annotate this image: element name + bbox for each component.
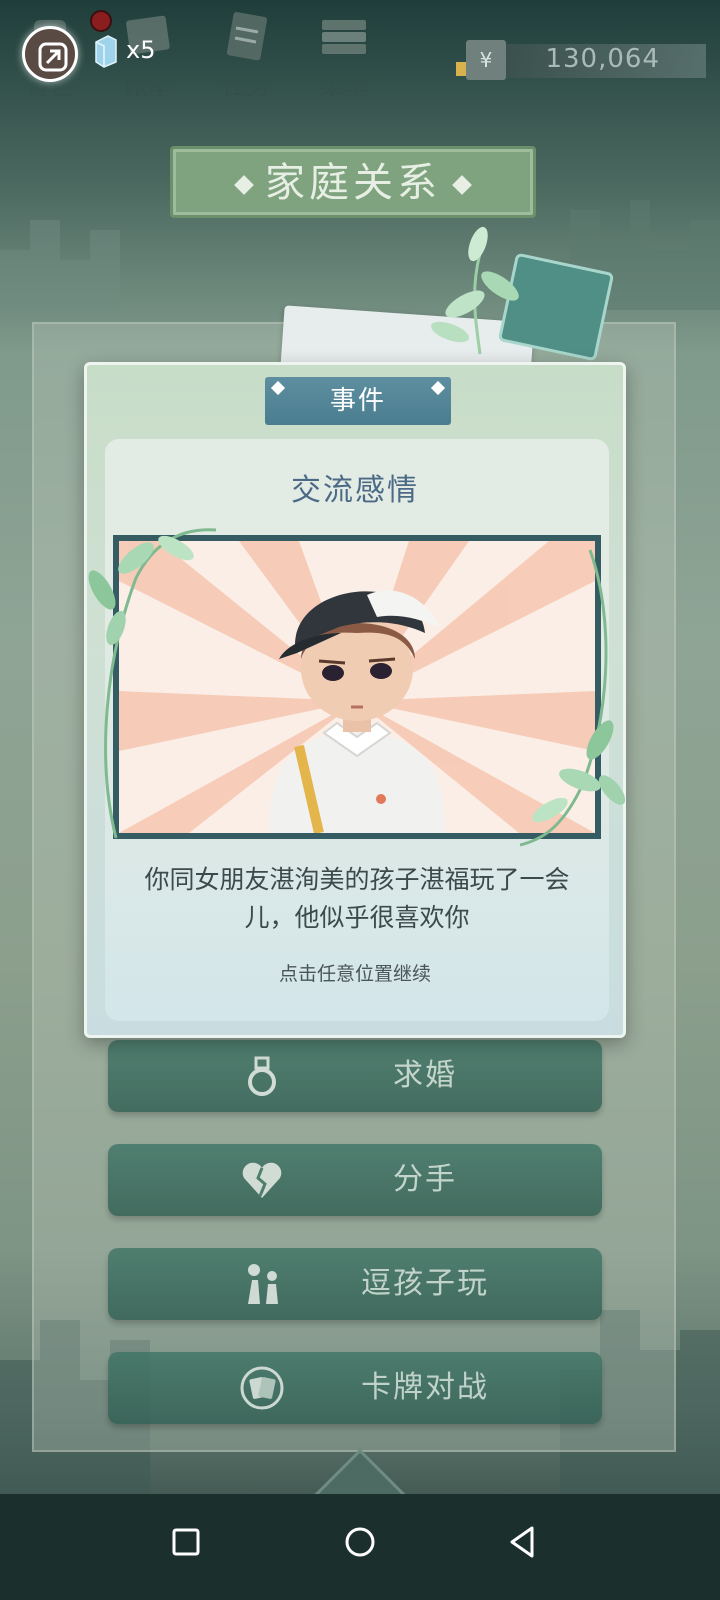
diamond-icon [234,175,254,195]
notification-dot [90,10,112,32]
continue-hint: 点击任意位置继续 [278,963,431,985]
money-display: ¥ 130,064 [456,40,706,80]
vine-right-icon [520,549,626,847]
breakup-button[interactable]: 分手 [108,1144,602,1216]
event-title: 交流感情 [291,473,419,508]
exit-icon [38,42,68,72]
recent-apps-button[interactable] [156,1512,216,1572]
event-tag-text: 事件 [329,386,386,416]
topbar-item-task[interactable]: 任务 [206,10,286,105]
topbar-label: 任务 [222,72,270,100]
exit-button[interactable] [22,26,78,82]
topbar-label: 账单 [124,72,172,100]
action-label: 求婚 [393,1058,457,1093]
home-button[interactable] [330,1512,390,1572]
top-bar: 背包 账单 任务 菜单 x5 ¥ 130,064 [0,0,720,110]
card-battle-button[interactable]: 卡牌对战 [108,1352,602,1424]
action-label: 卡牌对战 [361,1370,489,1405]
propose-button[interactable]: 求婚 [108,1040,602,1112]
event-message: 你同女朋友湛洵美的孩子湛福玩了一会儿，他似乎很喜欢你 [144,865,570,932]
diamond-icon [270,380,286,396]
action-label: 逗孩子玩 [361,1266,489,1301]
currency-symbol: ¥ [466,40,506,80]
menu-icon [322,20,366,54]
back-button[interactable] [494,1512,554,1572]
event-tag: 事件 [265,377,451,425]
vine-left-icon [88,528,217,839]
topbar-item-menu[interactable]: 菜单 [304,10,384,105]
leaves-icon [431,226,519,355]
gem-icon [95,35,117,68]
task-icon [226,12,268,61]
gem-count: x5 [126,36,156,64]
diamond-icon [430,380,446,396]
page-title-text: 家庭关系 [265,160,441,206]
diamond-icon [452,175,472,195]
action-label: 分手 [393,1162,457,1197]
page-title: 家庭关系 [170,146,536,218]
money-amount: 130,064 [545,44,660,74]
play-with-child-button[interactable]: 逗孩子玩 [108,1248,602,1320]
topbar-label: 菜单 [320,72,368,100]
